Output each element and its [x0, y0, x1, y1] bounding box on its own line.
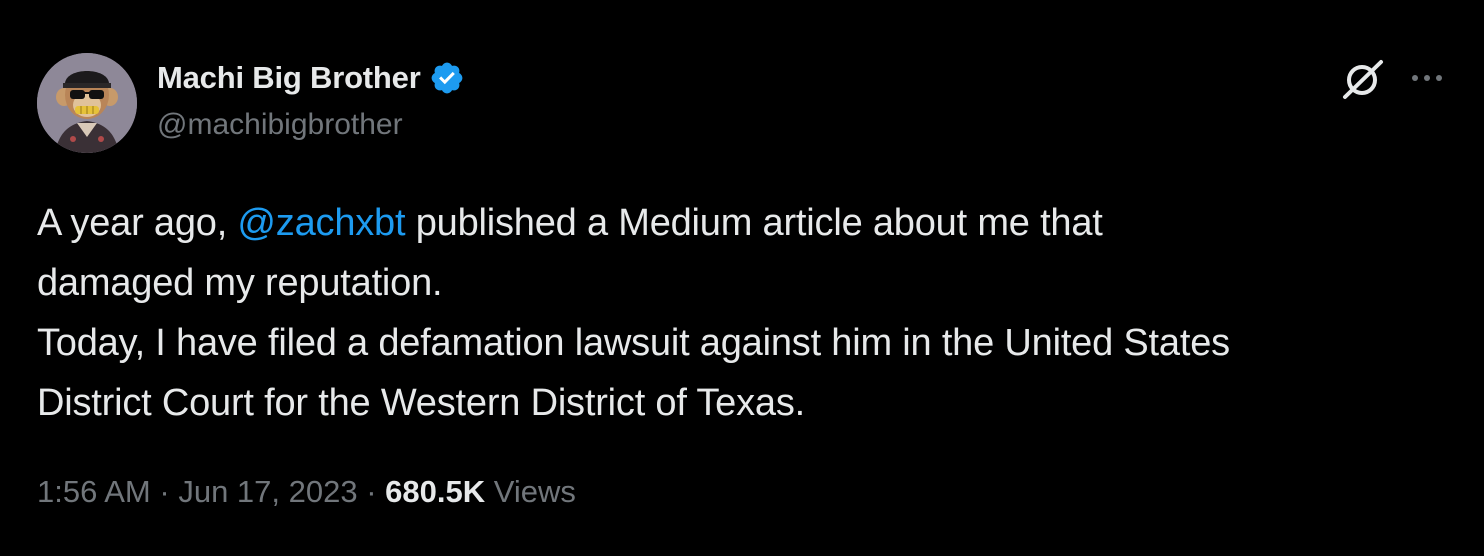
verified-badge-icon[interactable] [429, 60, 465, 96]
tweet-line-2: damaged my reputation. [37, 262, 443, 304]
tweet-card[interactable]: Machi Big Brother @machibigbrother A yea… [0, 0, 1484, 556]
meta-separator: · [159, 474, 170, 509]
tweet-text-segment: published a Medium article about me that [405, 202, 1103, 244]
tweet-text: A year ago, @zachxbt published a Medium … [37, 193, 1457, 433]
tweet-date[interactable]: Jun 17, 2023 [178, 474, 357, 509]
tweet-line-1: A year ago, @zachxbt published a Medium … [37, 193, 1457, 253]
views-count[interactable]: 680.5K [385, 474, 485, 509]
author-name-row: Machi Big Brother [157, 58, 465, 98]
tweet-line-4: District Court for the Western District … [37, 382, 806, 424]
tweet-meta: 1:56 AM · Jun 17, 2023 · 680.5K Views [37, 474, 576, 510]
tweet-line-3: Today, I have filed a defamation lawsuit… [37, 322, 1230, 364]
views-label: Views [493, 474, 576, 509]
tweet-text-segment: A year ago, [37, 202, 238, 244]
grok-icon[interactable] [1337, 58, 1387, 100]
meta-separator: · [366, 474, 377, 509]
author-handle[interactable]: @machibigbrother [157, 108, 403, 142]
more-options-icon[interactable] [1407, 66, 1447, 90]
avatar[interactable] [37, 53, 137, 153]
mention-link[interactable]: @zachxbt [237, 202, 405, 244]
avatar-image [37, 53, 137, 153]
tweet-time[interactable]: 1:56 AM [37, 474, 151, 509]
author-display-name[interactable]: Machi Big Brother [157, 60, 421, 96]
